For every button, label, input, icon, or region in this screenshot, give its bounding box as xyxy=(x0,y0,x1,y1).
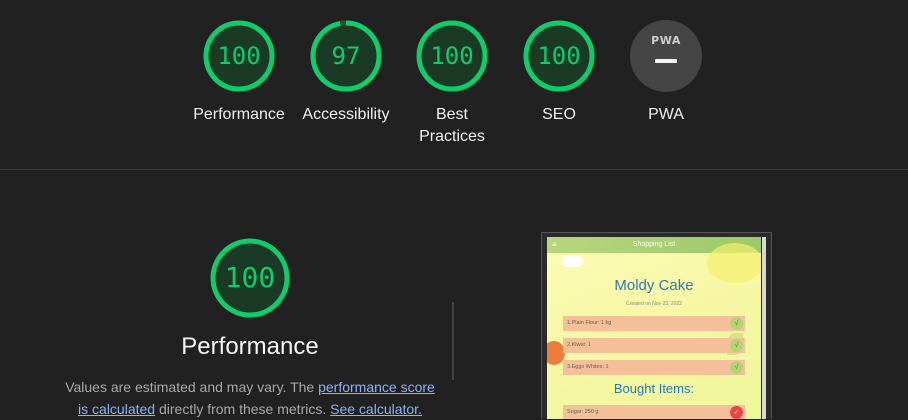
app-preview: ≡ Shopping List Moldy Cake Created on No… xyxy=(547,237,761,419)
performance-gauge: 100 xyxy=(208,236,292,320)
list-item-text: 2.Kiwel: 1 xyxy=(567,342,591,348)
see-calculator-link[interactable]: See calculator. xyxy=(330,401,422,417)
gauge-performance[interactable]: 100 Performance xyxy=(184,18,294,126)
gauge-pwa[interactable]: PWA PWA xyxy=(611,18,721,126)
final-screenshot-preview[interactable]: ≡ Shopping List Moldy Cake Created on No… xyxy=(541,232,772,419)
gauge-accessibility[interactable]: 97 Accessibility xyxy=(291,18,401,126)
list-item: 2.Kiwel: 1 √ xyxy=(563,338,745,353)
bought-items-title: Bought Items: xyxy=(613,381,695,396)
section-divider xyxy=(0,169,908,170)
app-bar-title: Shopping List xyxy=(632,241,676,248)
gauge-score: 100 xyxy=(537,42,581,70)
cloud-decoration-icon xyxy=(561,255,583,267)
performance-title: Performance xyxy=(181,333,319,360)
performance-description: Values are estimated and may vary. The p… xyxy=(60,376,440,420)
gauge-score: 97 xyxy=(331,42,361,70)
gauge-score: 100 xyxy=(217,42,261,70)
pwa-logo-icon: PWA xyxy=(651,34,681,47)
cart-check-icon: √ xyxy=(730,361,743,374)
performance-summary: 100 Performance Values are estimated and… xyxy=(60,236,440,420)
gauge-label: PWA xyxy=(648,106,684,123)
hamburger-menu-icon: ≡ xyxy=(552,240,557,249)
category-gauges: 100 Performance 97 Accessibility 100 Bes… xyxy=(0,0,908,170)
vertical-separator xyxy=(452,302,454,380)
gauge-label: SEO xyxy=(542,106,576,123)
list-item: 3.Eggs Whites: 1 √ xyxy=(563,360,745,375)
pwa-dash-icon xyxy=(655,59,677,63)
list-item-text: Sugar: 250 g xyxy=(567,409,599,415)
created-date: Created on Nov 23, 2022 xyxy=(626,301,682,307)
gauge-seo[interactable]: 100 SEO xyxy=(504,18,614,126)
pwa-badge-circle xyxy=(630,20,702,92)
checked-icon: ✓ xyxy=(730,406,743,419)
performance-score: 100 xyxy=(224,261,276,294)
gauge-label: Performance xyxy=(193,106,285,123)
gauge-best-practices[interactable]: 100 Best Practices xyxy=(397,18,507,148)
list-item-text: 3.Eggs Whites: 1 xyxy=(567,364,609,370)
preview-scrollbar xyxy=(762,237,766,419)
list-title: Moldy Cake xyxy=(614,277,694,294)
cart-check-icon: √ xyxy=(730,317,743,330)
gauge-score: 100 xyxy=(430,42,474,70)
list-item-text: 1.Plain Flour: 1 kg xyxy=(567,320,612,326)
gauge-label: Accessibility xyxy=(302,106,390,123)
list-item: 1.Plain Flour: 1 kg √ xyxy=(563,316,745,331)
desc-text: Values are estimated and may vary. The xyxy=(65,379,319,395)
bought-item: Sugar: 250 g ✓ xyxy=(563,405,745,419)
gauge-label: Best Practices xyxy=(419,106,485,145)
cart-check-icon: √ xyxy=(730,339,743,352)
desc-text: directly from these metrics. xyxy=(155,401,331,417)
